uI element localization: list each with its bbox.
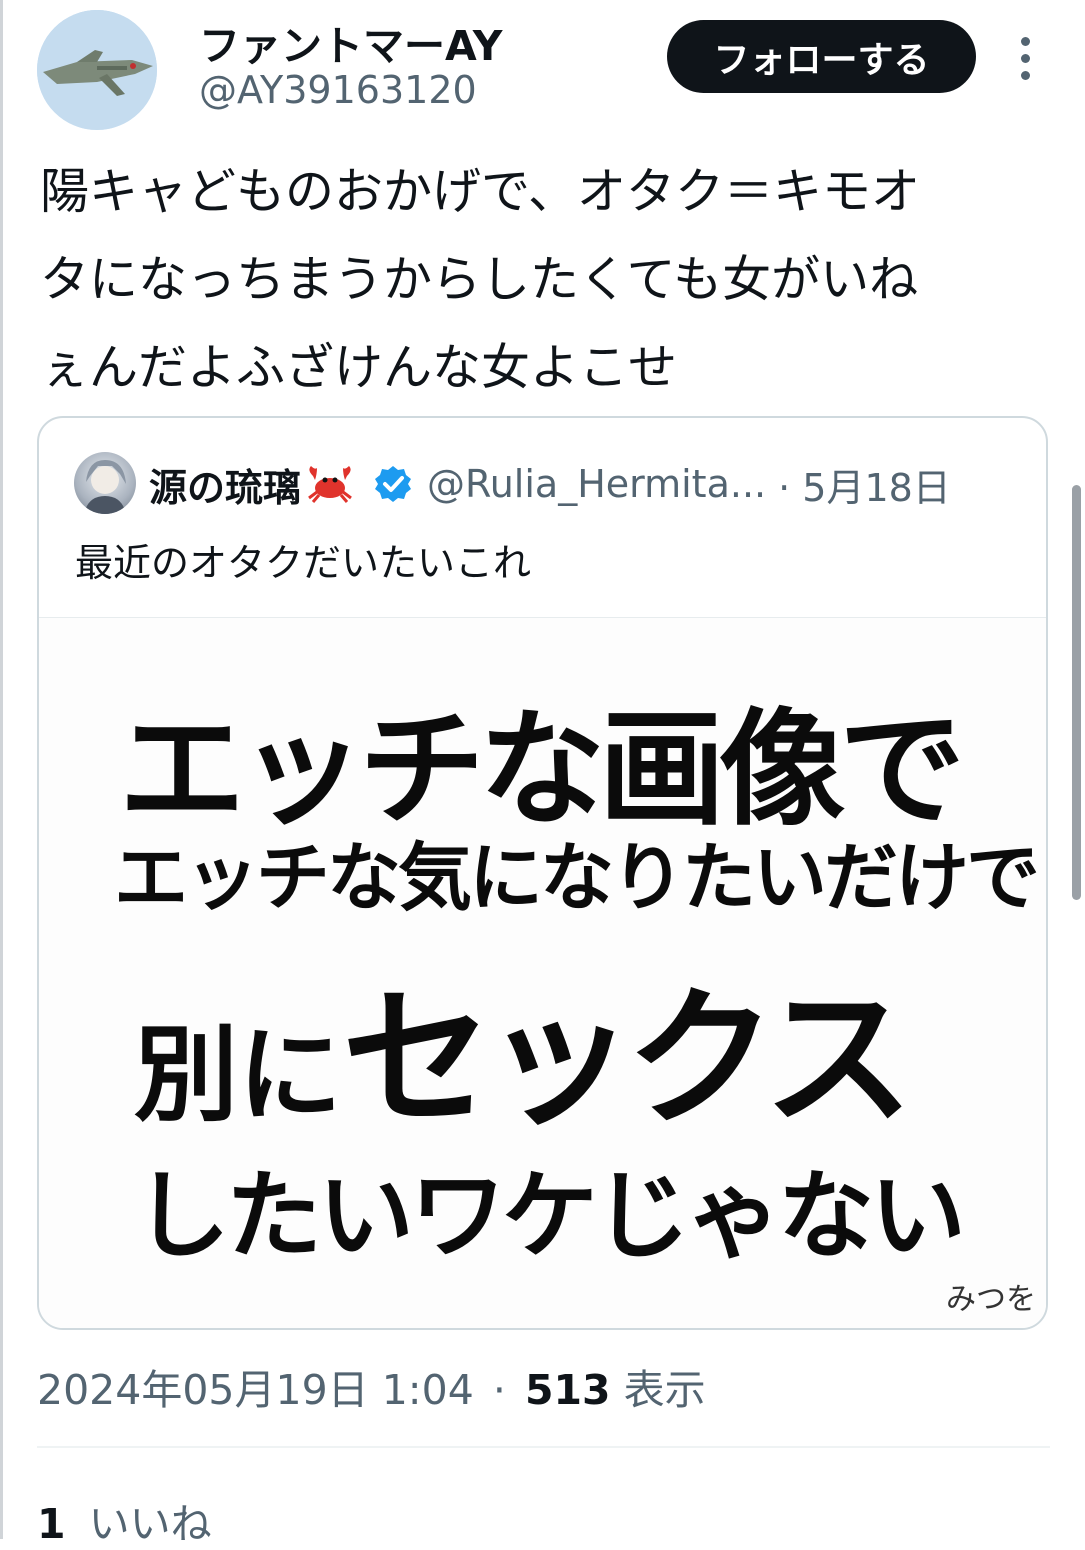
author-handle[interactable]: @AY39163120 — [199, 68, 477, 112]
tweet-meta: 2024年05月19日 1:04 · 513 表示 — [37, 1356, 706, 1416]
verified-badge-icon — [373, 464, 413, 504]
likes-row[interactable]: 1 いいね — [37, 1490, 212, 1550]
views-label: 表示 — [623, 1366, 706, 1414]
likes-label: いいね — [88, 1500, 212, 1548]
image-text-line-4: したいワケじゃない — [134, 1160, 966, 1272]
image-text-line-3a: 別に — [134, 1014, 343, 1136]
author-avatar[interactable] — [37, 10, 157, 130]
more-options-icon[interactable] — [1005, 30, 1045, 86]
quoted-tweet-card[interactable]: 源の琉璃 @Rulia_Hermita... · 5月18日 最近のオタクだいた… — [37, 416, 1048, 1330]
views-count: 513 — [524, 1366, 611, 1414]
tweet-text-line: タになっちまうからしたくても女がいね — [40, 251, 919, 308]
quoted-handle[interactable]: @Rulia_Hermita... — [427, 462, 766, 506]
follow-button[interactable]: フォローする — [667, 20, 976, 93]
quoted-display-name[interactable]: 源の琉璃 — [149, 457, 301, 512]
image-signature: みつを — [946, 1282, 1036, 1317]
meta-divider — [37, 1446, 1050, 1448]
quoted-author-avatar[interactable] — [74, 452, 136, 514]
quoted-date[interactable]: · 5月18日 — [778, 457, 951, 512]
quoted-header: 源の琉璃 @Rulia_Hermita... · 5月18日 — [149, 456, 951, 512]
left-edge-border — [0, 0, 3, 1539]
image-text-line-3: 別にセックス — [134, 938, 914, 1155]
image-text-line-2: エッチな気になりたいだけで — [114, 835, 1040, 921]
crab-icon — [305, 464, 355, 504]
author-display-name[interactable]: ファントマーAY — [199, 12, 503, 72]
quoted-text: 最近のオタクだいたいこれ — [75, 541, 532, 585]
scrollbar[interactable] — [1072, 485, 1081, 900]
image-text-line-3b: セックス — [342, 973, 914, 1147]
quoted-image[interactable]: エッチな画像で エッチな気になりたいだけで 別にセックス したいワケじゃない み… — [39, 618, 1046, 1328]
tweet-text-line: 陽キャどものおかげで、オタク＝キモオ — [40, 163, 921, 220]
likes-count: 1 — [37, 1500, 66, 1548]
tweet-text: 陽キャどものおかげで、オタク＝キモオ タになっちまうからしたくても女がいね ぇん… — [40, 148, 1050, 412]
meta-separator: · — [492, 1366, 506, 1414]
tweet-timestamp[interactable]: 2024年05月19日 1:04 — [37, 1366, 474, 1414]
tweet-text-line: ぇんだよふざけんな女よこせ — [40, 339, 678, 396]
